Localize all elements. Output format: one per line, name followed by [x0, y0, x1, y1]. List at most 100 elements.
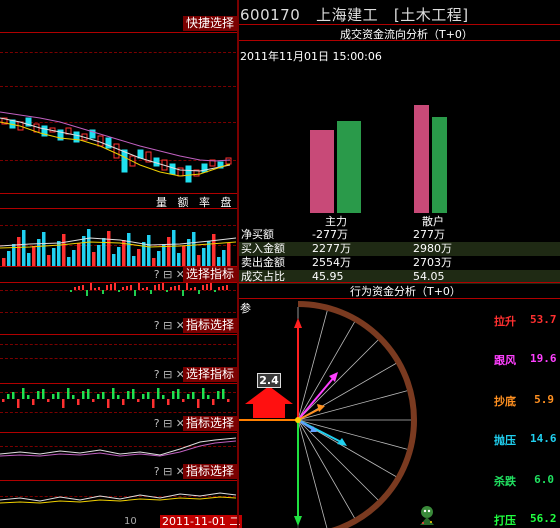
force-name: 杀跌 [494, 475, 516, 488]
indicator-3-chart[interactable] [0, 383, 237, 415]
volume-bar [137, 249, 141, 266]
indicator-bar [94, 288, 96, 290]
volume-bar [2, 258, 6, 266]
volume-bar [227, 243, 231, 266]
indicator-bar [117, 395, 120, 399]
indicator-bar [152, 399, 155, 408]
col-main: 主力 [325, 215, 347, 228]
indicator-bar [77, 399, 80, 405]
indicator-select-5-button[interactable]: 指标选择 [182, 464, 237, 479]
volume-bar [97, 245, 101, 266]
left-chart-area: 快捷选择 量 额 率 盘 ? ⊟ ✕ 选择指标 ? ⊟ ✕ 指标选择 ? ⊟ ✕… [0, 0, 243, 528]
volume-bar [172, 230, 176, 266]
indicator-bar [70, 290, 72, 292]
indicator-4-chart[interactable] [0, 432, 237, 460]
behavior-title: 行为资金分析（T+0） [350, 285, 461, 298]
volume-chart[interactable] [0, 208, 237, 266]
force-name: 抄底 [494, 395, 516, 408]
indicator-1-toolbar[interactable]: ? ⊟ ✕ [154, 267, 185, 282]
stock-industry: [土木工程] [393, 6, 469, 24]
indicator-bar [72, 395, 75, 399]
indicator-bar [157, 388, 160, 399]
indicator-bar [227, 399, 230, 402]
indicator-4-toolbar[interactable]: ? ⊟ ✕ [154, 416, 185, 431]
indicator-bar [57, 392, 60, 399]
volume-bar [182, 246, 186, 266]
candle [97, 135, 104, 147]
force-label: 跟风 19.6 [494, 352, 557, 368]
main-buy-bar [310, 130, 334, 213]
volume-bar [62, 234, 66, 266]
volume-bar [207, 241, 211, 266]
indicator-bar [82, 285, 84, 290]
indicator-bar [142, 288, 144, 290]
indicator-bar [138, 283, 140, 290]
indicator-bar [202, 388, 205, 399]
indicator-bar [210, 283, 212, 290]
indicator-bar [2, 399, 5, 402]
behavior-fan-chart [239, 301, 417, 528]
net-arrow-value: 2.4 [257, 373, 281, 388]
indicator-bar [122, 399, 125, 405]
indicator-3-toolbar[interactable]: ? ⊟ ✕ [154, 367, 185, 382]
indicator-bar [194, 287, 196, 290]
indicator-bar [7, 394, 10, 399]
time-axis-date: 2011-11-01 二 [160, 515, 243, 528]
indicator-bar [142, 394, 145, 399]
volume-bar [107, 231, 111, 266]
indicator-bar [78, 286, 80, 290]
indicator-bar [174, 286, 176, 290]
candlestick-chart[interactable] [0, 0, 237, 195]
cash-flow-row: 净买额 -277万 277万 [239, 228, 560, 242]
volume-bar [222, 250, 226, 266]
volume-bar [37, 239, 41, 266]
fan-line [297, 419, 328, 528]
indicator-bar [98, 287, 100, 290]
indicator-select-2-button[interactable]: 指标选择 [182, 318, 237, 333]
indicator-bar [87, 389, 90, 399]
indicator-select-4-button[interactable]: 指标选择 [182, 416, 237, 431]
force-value: 5.9 [534, 393, 554, 406]
fan-line [297, 419, 408, 450]
indicator-select-3-button[interactable]: 选择指标 [182, 367, 237, 382]
indicator-bar [102, 392, 105, 399]
indicator-1-chart[interactable] [0, 282, 237, 316]
cash-flow-row: 卖出金额 2554万 2703万 [239, 256, 560, 270]
fan-line [297, 321, 355, 421]
indicator-select-1-button[interactable]: 选择指标 [182, 267, 237, 282]
indicator-bar [27, 395, 30, 399]
indicator-bar [187, 394, 190, 399]
indicator-bar [106, 285, 108, 290]
retail-buy-bar [414, 105, 429, 213]
indicator-bar [126, 286, 128, 290]
indicator-bar [86, 290, 88, 296]
volume-bar [217, 257, 221, 266]
indicator-bar [190, 288, 192, 290]
indicator-2-toolbar[interactable]: ? ⊟ ✕ [154, 318, 185, 333]
indicator-bar [130, 285, 132, 290]
indicator-5-toolbar[interactable]: ? ⊟ ✕ [154, 464, 185, 479]
indicator-bar [166, 290, 168, 292]
indicator-bar [62, 399, 65, 408]
indicator-bar [90, 283, 92, 290]
force-name: 抛压 [494, 434, 516, 447]
force-label: 拉升 53.7 [494, 313, 557, 329]
volume-bar [17, 237, 21, 266]
force-value: 53.7 [530, 313, 557, 326]
indicator-bar [206, 284, 208, 290]
indicator-bar [192, 392, 195, 399]
fan-line [297, 419, 379, 501]
indicator-bar [37, 391, 40, 399]
indicator-bar [182, 290, 184, 296]
volume-bar [22, 230, 26, 266]
indicator-bar [118, 290, 120, 292]
fan-line [297, 390, 408, 421]
volume-bar [67, 257, 71, 266]
indicator-bar [177, 389, 180, 399]
indicator-bar [114, 283, 116, 290]
indicator-bar [147, 392, 150, 399]
indicator-5-chart[interactable] [0, 480, 237, 514]
indicator-bar [198, 290, 200, 294]
force-value: 19.6 [530, 352, 557, 365]
indicator-bar [132, 389, 135, 399]
